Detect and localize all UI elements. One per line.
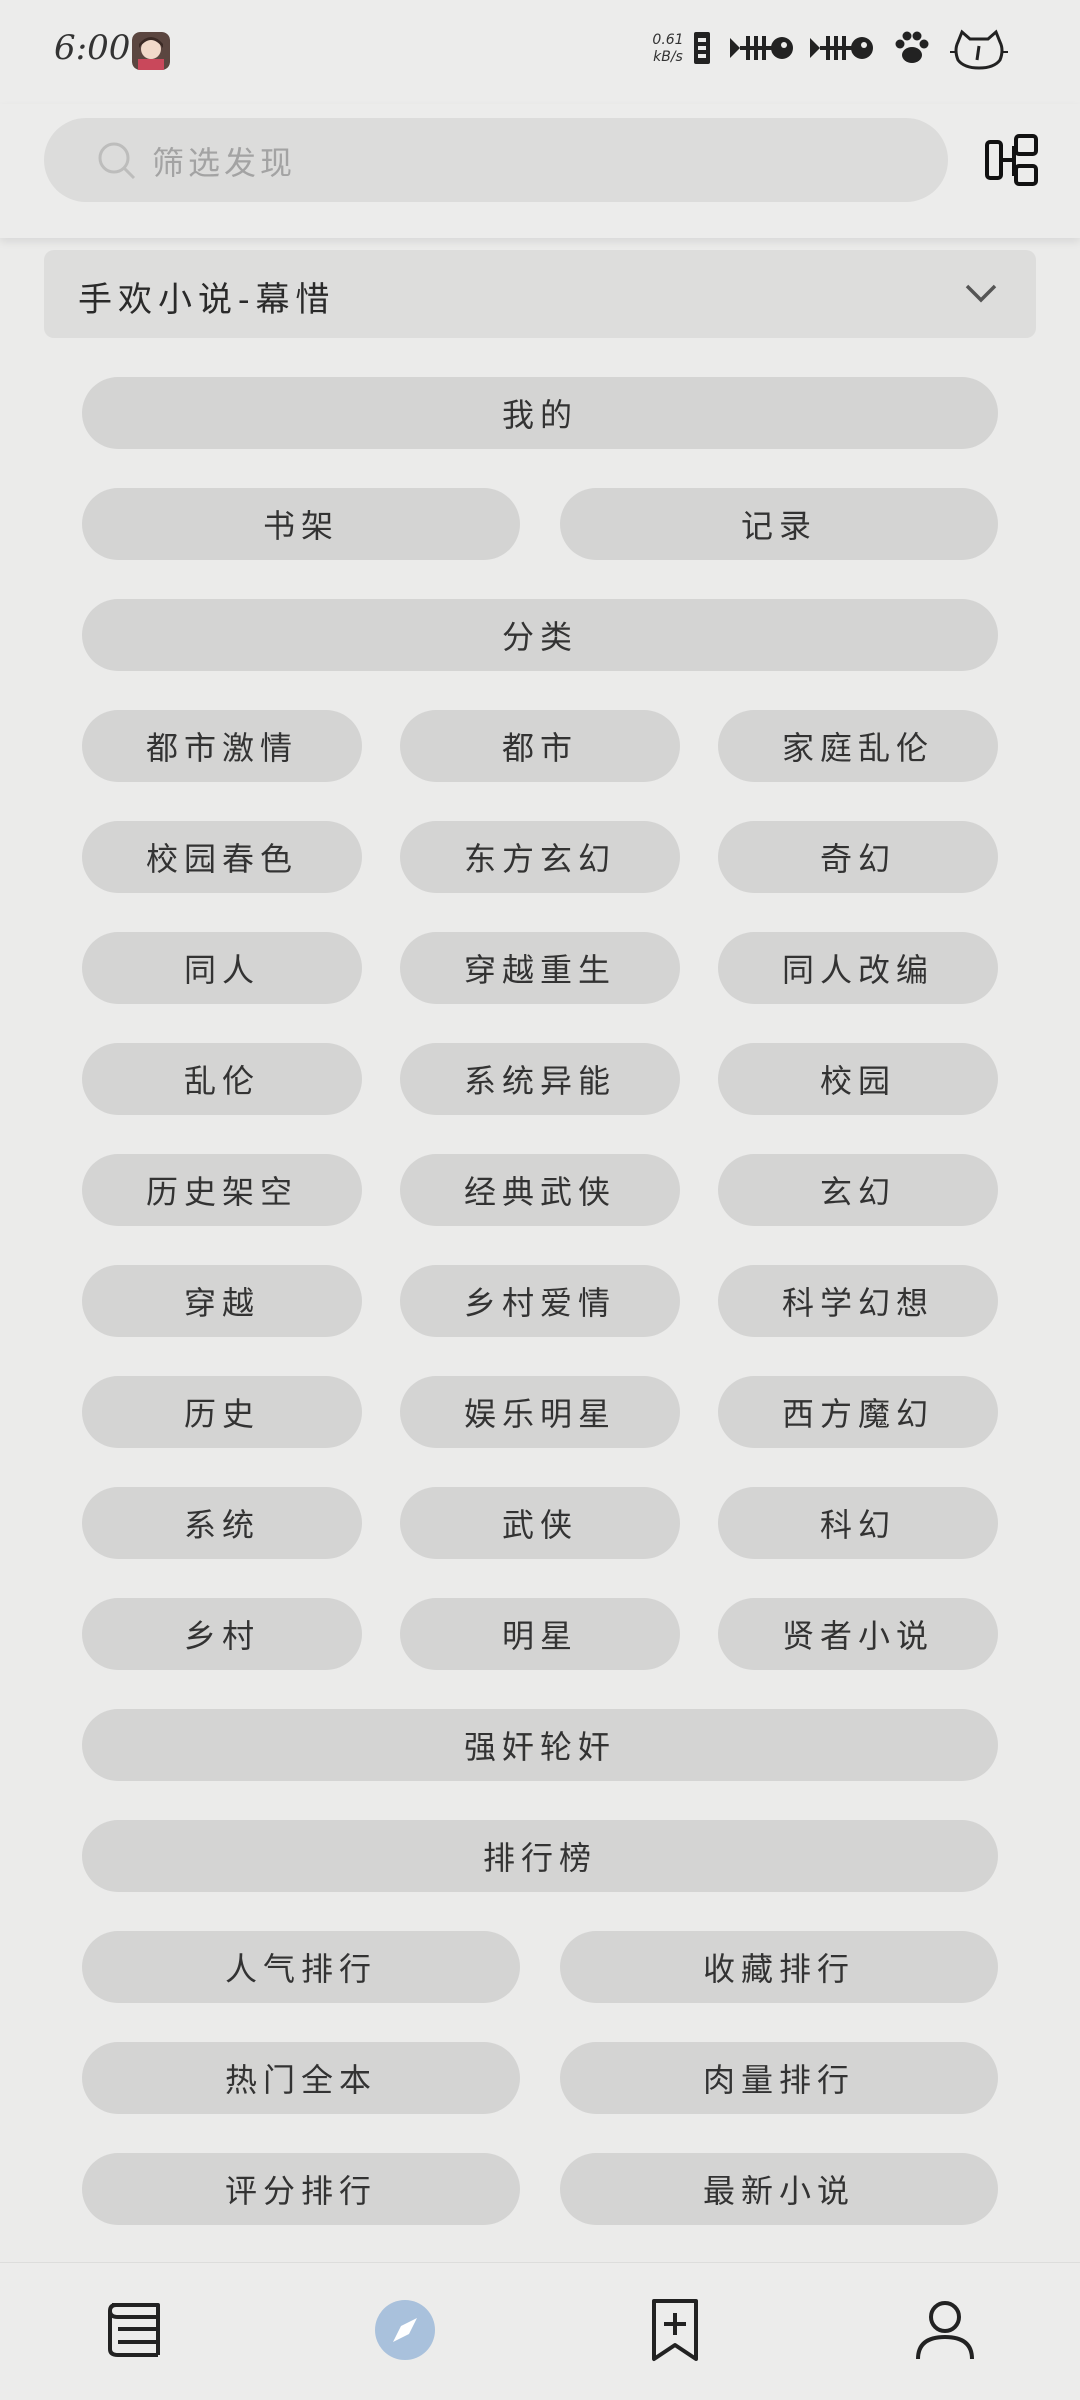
category-tag[interactable]: 校园: [718, 1043, 998, 1115]
category-tag[interactable]: 奇幻: [718, 821, 998, 893]
category-tag[interactable]: 乡村爱情: [400, 1265, 680, 1337]
source-selector[interactable]: 手欢小说-幕惜: [44, 250, 1036, 338]
category-tag[interactable]: 东方玄幻: [400, 821, 680, 893]
category-tag[interactable]: 校园春色: [82, 821, 362, 893]
category-tag[interactable]: 乡村: [82, 1598, 362, 1670]
category-tag[interactable]: 都市激情: [82, 710, 362, 782]
category-tag[interactable]: 娱乐明星: [400, 1376, 680, 1448]
category-tag[interactable]: 同人: [82, 932, 362, 1004]
sim-icon: [694, 32, 710, 64]
category-tag[interactable]: 西方魔幻: [718, 1376, 998, 1448]
explore-icon[interactable]: [370, 2295, 440, 2365]
profile-icon[interactable]: [910, 2295, 980, 2365]
search-input[interactable]: 筛选发现: [44, 118, 948, 202]
category-tag[interactable]: 历史架空: [82, 1154, 362, 1226]
ranking-tag[interactable]: 热门全本: [82, 2042, 520, 2114]
tag-history[interactable]: 记录: [560, 488, 998, 560]
ranking-tag[interactable]: 肉量排行: [560, 2042, 998, 2114]
category-tag[interactable]: 乱伦: [82, 1043, 362, 1115]
section-ranking[interactable]: 排行榜: [82, 1820, 998, 1892]
fishbone-icon: [810, 36, 873, 60]
source-manage-button[interactable]: [984, 132, 1040, 188]
ranking-tag[interactable]: 人气排行: [82, 1931, 520, 2003]
search-icon: [98, 142, 136, 180]
bookshelf-icon[interactable]: [100, 2295, 170, 2365]
category-tag[interactable]: 科学幻想: [718, 1265, 998, 1337]
category-tag[interactable]: 贤者小说: [718, 1598, 998, 1670]
category-tag[interactable]: 武侠: [400, 1487, 680, 1559]
bookmark-add-icon[interactable]: [640, 2295, 710, 2365]
status-bar: 6:00 0.61 kB/s: [0, 0, 1080, 104]
category-tag[interactable]: 明星: [400, 1598, 680, 1670]
category-tag[interactable]: 科幻: [718, 1487, 998, 1559]
category-tag[interactable]: 系统异能: [400, 1043, 680, 1115]
category-tag[interactable]: 穿越: [82, 1265, 362, 1337]
category-tag[interactable]: 历史: [82, 1376, 362, 1448]
bottom-nav: [0, 2262, 1080, 2400]
fishbone-icon: [730, 36, 793, 60]
status-time: 6:00: [54, 28, 131, 68]
avatar: [132, 32, 170, 70]
category-tag[interactable]: 穿越重生: [400, 932, 680, 1004]
ranking-tag[interactable]: 收藏排行: [560, 1931, 998, 2003]
paw-icon: [895, 31, 929, 63]
section-category[interactable]: 分类: [82, 599, 998, 671]
category-tag[interactable]: 系统: [82, 1487, 362, 1559]
ranking-tag[interactable]: 最新小说: [560, 2153, 998, 2225]
category-tag[interactable]: 都市: [400, 710, 680, 782]
header: 筛选发现: [0, 104, 1080, 238]
source-label: 手欢小说-幕惜: [78, 280, 336, 320]
category-tag[interactable]: 同人改编: [718, 932, 998, 1004]
section-mine[interactable]: 我的: [82, 377, 998, 449]
category-tag[interactable]: 经典武侠: [400, 1154, 680, 1226]
chevron-down-icon: [965, 284, 997, 303]
search-placeholder: 筛选发现: [152, 144, 297, 182]
cat-battery-icon: [950, 29, 1008, 70]
category-tag[interactable]: 玄幻: [718, 1154, 998, 1226]
category-tag[interactable]: 家庭乱伦: [718, 710, 998, 782]
ranking-tag[interactable]: 评分排行: [82, 2153, 520, 2225]
network-speed: 0.61 kB/s: [652, 32, 684, 65]
tag-bookshelf[interactable]: 书架: [82, 488, 520, 560]
category-tag[interactable]: 强奸轮奸: [82, 1709, 998, 1781]
